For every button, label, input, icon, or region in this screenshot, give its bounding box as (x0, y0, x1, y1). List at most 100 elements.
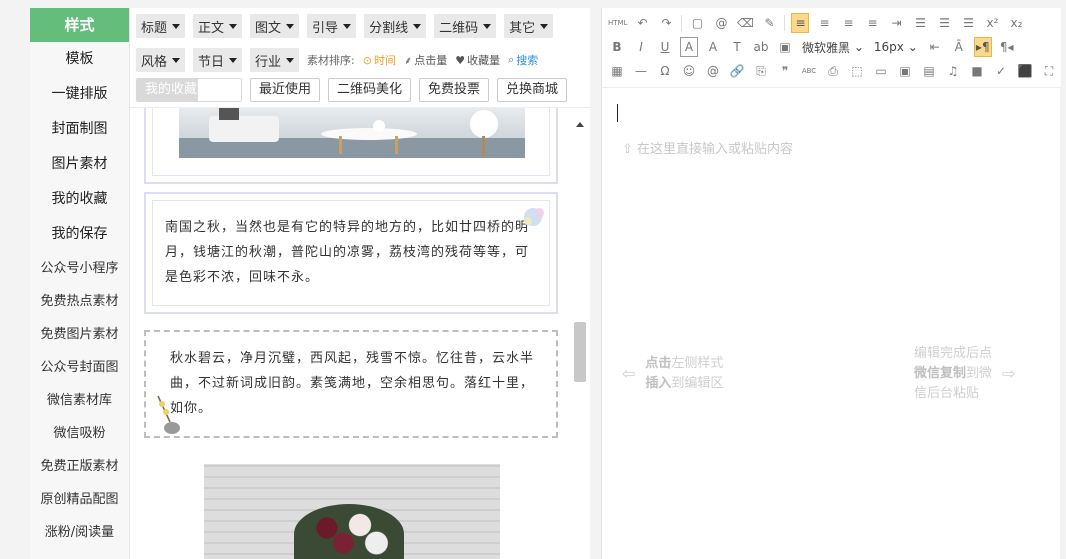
nav-item-grow-readership[interactable]: 涨粉/阅读量 (30, 516, 129, 549)
table-icon[interactable]: ▦ (608, 61, 626, 81)
music-icon[interactable]: ♫ (944, 61, 962, 81)
special-char-icon[interactable]: Ω (656, 61, 674, 81)
filter-dropdown-title[interactable]: 标题 (136, 14, 186, 38)
filter-dropdown-style[interactable]: 风格 (136, 48, 186, 72)
multi-image-icon[interactable]: ▤ (920, 61, 938, 81)
unlink-icon[interactable]: ⎘ (752, 61, 770, 81)
nav-item-wechat-followers[interactable]: 微信吸粉 (30, 417, 129, 450)
select-all-icon[interactable]: ⬚ (848, 61, 866, 81)
ltr-direction-icon[interactable]: ▸¶ (973, 37, 992, 57)
nav-item-my-saved[interactable]: 我的保存 (30, 217, 129, 252)
print-icon[interactable]: ⎙ (824, 61, 842, 81)
scroll-thumb[interactable] (574, 322, 586, 382)
hint-bold: 插入 (645, 376, 672, 391)
style-card-text-frame[interactable]: 南国之秋，当然也是有它的特异的地方的，比如廿四桥的明月，钱塘江的秋潮，普陀山的凉… (144, 192, 558, 314)
indent-icon[interactable]: ⇥ (887, 13, 905, 33)
nav-item-cover-design[interactable]: 封面制图 (30, 112, 129, 147)
paragraph-spacing-icon[interactable]: ☰ (935, 13, 953, 33)
nav-item-free-trending[interactable]: 免费热点素材 (30, 285, 129, 318)
copy-hint-text: 编辑完成后点 微信复制到微 信后台粘贴 (914, 344, 992, 404)
filter-dropdown-image-text[interactable]: 图文 (250, 14, 300, 38)
nav-item-free-licensed[interactable]: 免费正版素材 (30, 450, 129, 483)
nav-item-image-assets[interactable]: 图片素材 (30, 147, 129, 182)
filter-dropdown-other[interactable]: 其它 (504, 14, 554, 38)
eraser-icon[interactable]: ⌫ (736, 13, 754, 33)
new-document-icon[interactable]: ▢ (688, 13, 706, 33)
editor-content-area[interactable]: ⇧ 在这里直接输入或粘贴内容 ⇦ 点击左侧样式 插入到编辑区 编辑完成后点 微信… (602, 88, 1061, 559)
filter-dropdown-divider[interactable]: 分割线 (364, 14, 427, 38)
horizontal-rule-icon[interactable]: — (632, 61, 650, 81)
nav-item-account-cover[interactable]: 公众号封面图 (30, 351, 129, 384)
italic-icon[interactable]: I (632, 37, 650, 57)
hint-text: 到微 (966, 366, 993, 381)
align-justify-icon[interactable]: ≡ (863, 13, 881, 33)
background-color-icon[interactable]: ab (752, 37, 770, 57)
format-brush-icon[interactable]: ✎ (760, 13, 778, 33)
nav-item-styles[interactable]: 样式 (30, 8, 129, 42)
search-button[interactable]: ⌕ 搜索 (508, 52, 538, 68)
nav-item-free-images[interactable]: 免费图片素材 (30, 318, 129, 351)
dropdown-label: 分割线 (369, 20, 409, 36)
align-center-icon[interactable]: ≡ (815, 13, 833, 33)
nav-item-my-favorites[interactable]: 我的收藏 (30, 182, 129, 217)
scroll-up-icon[interactable] (576, 122, 584, 127)
underline-icon[interactable]: U (656, 37, 674, 57)
blockquote-icon[interactable]: ❞ (776, 61, 794, 81)
font-family-select[interactable]: 微软雅黑 ⌄ (800, 37, 866, 57)
list-icon[interactable]: ☰ (959, 13, 977, 33)
filter-dropdown-holiday[interactable]: 节日 (193, 48, 243, 72)
nav-item-wechat-library[interactable]: 微信素材库 (30, 384, 129, 417)
nav-item-templates[interactable]: 模板 (30, 42, 129, 77)
rtl-direction-icon[interactable]: ¶◂ (998, 37, 1016, 57)
html-source-button[interactable]: HTML (608, 13, 627, 33)
line-height-icon[interactable]: ☰ (911, 13, 929, 33)
border-text-icon[interactable]: A (680, 37, 698, 57)
bold-icon[interactable]: B (608, 37, 626, 57)
image-icon[interactable]: ▣ (896, 61, 914, 81)
spellcheck-icon[interactable]: ABC (800, 61, 818, 81)
font-size-value: 16px (873, 40, 904, 54)
filter-bar: 标题 正文 图文 引导 分割线 二维码 其它 风格 节日 行业 素材排序: ⊙ 时… (130, 8, 590, 108)
qr-beautify-button[interactable]: 二维码美化 (328, 78, 412, 102)
superscript-icon[interactable]: x² (983, 13, 1001, 33)
free-vote-button[interactable]: 免费投票 (419, 78, 490, 102)
image-border-icon[interactable]: ▣ (776, 37, 794, 57)
subscript-icon[interactable]: x₂ (1007, 13, 1025, 33)
text-style-icon[interactable]: T (728, 37, 746, 57)
style-card-image-frame[interactable] (144, 108, 558, 184)
redo-icon[interactable]: ↷ (657, 13, 675, 33)
exchange-mall-button[interactable]: 兑换商城 (497, 78, 568, 102)
undo-icon[interactable]: ↶ (633, 13, 651, 33)
nav-item-mini-program[interactable]: 公众号小程序 (30, 252, 129, 285)
template-icon[interactable]: ⬛ (1016, 61, 1034, 81)
insert-at-icon[interactable]: @ (712, 13, 730, 33)
font-color-icon[interactable]: A (704, 37, 722, 57)
caret-down-icon (172, 57, 181, 63)
font-size-select[interactable]: 16px ⌄ (872, 37, 920, 57)
filter-dropdown-body[interactable]: 正文 (193, 14, 243, 38)
search-replace-icon[interactable]: @ (704, 61, 722, 81)
recent-button[interactable]: 最近使用 (250, 78, 321, 102)
clear-format-icon[interactable]: ✓ (992, 61, 1010, 81)
sort-by-time[interactable]: ⊙ 时间 (363, 52, 396, 68)
toolbar-separator (784, 15, 786, 31)
sort-by-favorites[interactable]: ♥ 收藏量 (455, 52, 500, 68)
link-icon[interactable]: 🔗 (728, 61, 746, 81)
style-card-dashed-text[interactable]: 秋水碧云，净月沉璧，西风起，残雪不惊。忆往昔，云水半曲，不过新词成旧韵。素笺满地… (144, 330, 558, 438)
filter-dropdown-qrcode[interactable]: 二维码 (434, 14, 497, 38)
frame-icon[interactable]: ▭ (872, 61, 890, 81)
filter-dropdown-guide[interactable]: 引导 (307, 14, 357, 38)
my-favorites-toggle[interactable]: 我的收藏 (136, 78, 242, 102)
fullscreen-icon[interactable]: ⛶ (1040, 61, 1058, 81)
nav-item-original-images[interactable]: 原创精品配图 (30, 483, 129, 516)
style-list-scrollbar[interactable] (573, 116, 587, 559)
align-left-icon[interactable]: ≡ (791, 13, 810, 33)
align-right-icon[interactable]: ≡ (839, 13, 857, 33)
emoji-icon[interactable]: ☺ (680, 61, 698, 81)
filter-dropdown-industry[interactable]: 行业 (250, 48, 300, 72)
text-case-icon[interactable]: Ā (950, 37, 968, 57)
nav-item-one-click-layout[interactable]: 一键排版 (30, 77, 129, 112)
video-icon[interactable]: ■ (968, 61, 986, 81)
indent-menu-icon[interactable]: ⇤ (926, 37, 944, 57)
sort-by-clicks[interactable]: ⸙ 点击量 (404, 52, 447, 68)
